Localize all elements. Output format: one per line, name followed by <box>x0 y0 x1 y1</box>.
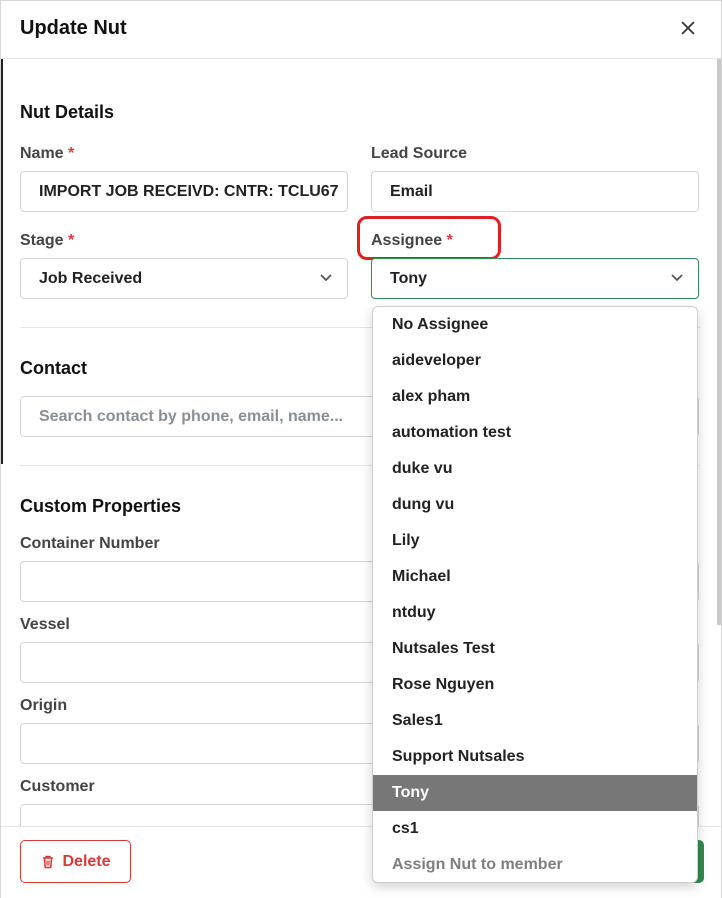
assignee-option[interactable]: ntduy <box>373 595 697 631</box>
stage-select[interactable]: Job Received <box>20 258 348 299</box>
delete-button[interactable]: Delete <box>20 840 131 883</box>
stage-value: Job Received <box>39 270 143 287</box>
assignee-option[interactable]: Tony <box>373 775 697 811</box>
assignee-option[interactable]: Nutsales Test <box>373 631 697 667</box>
assignee-option[interactable]: automation test <box>373 415 697 451</box>
modal-header: Update Nut <box>1 1 721 59</box>
customer-label: Customer <box>20 778 95 795</box>
assignee-option[interactable]: Sales1 <box>373 703 697 739</box>
required-mark: * <box>68 232 75 249</box>
assignee-option[interactable]: dung vu <box>373 487 697 523</box>
assignee-option[interactable]: duke vu <box>373 451 697 487</box>
chevron-down-icon <box>671 274 683 282</box>
update-nut-modal: Update Nut Nut Details Name * IMPORT JOB… <box>0 0 722 898</box>
assignee-option[interactable]: Lily <box>373 523 697 559</box>
vessel-label: Vessel <box>20 616 70 633</box>
nut-details-heading: Nut Details <box>20 102 115 122</box>
modal-title: Update Nut <box>20 17 127 39</box>
lead-source-label: Lead Source <box>371 145 468 162</box>
assignee-option[interactable]: alex pham <box>373 379 697 415</box>
delete-label: Delete <box>62 852 111 870</box>
chevron-down-icon <box>320 274 332 282</box>
container-number-label: Container Number <box>20 535 160 552</box>
assignee-dropdown: No Assignee aideveloper alex pham automatio… <box>372 306 698 883</box>
assignee-select[interactable]: Tony <box>371 258 699 299</box>
name-label-text: Name <box>20 145 64 162</box>
custom-properties-heading: Custom Properties <box>20 496 182 516</box>
assignee-option[interactable]: aideveloper <box>373 343 697 379</box>
assignee-hint: Assign Nut to member <box>392 856 563 873</box>
assignee-option[interactable]: cs1 <box>373 811 697 847</box>
name-field[interactable]: IMPORT JOB RECEIVD: CNTR: TCLU67 <box>20 171 348 212</box>
assignee-option[interactable]: Support Nutsales <box>373 739 697 775</box>
origin-label: Origin <box>20 697 68 714</box>
trash-icon <box>43 855 54 868</box>
contact-heading: Contact <box>20 358 87 378</box>
assignee-option[interactable]: Michael <box>373 559 697 595</box>
stage-label-text: Stage <box>20 232 64 249</box>
annotation-highlight <box>357 216 501 260</box>
stage-label: Stage * <box>20 232 74 250</box>
lead-source-field[interactable]: Email <box>371 171 699 212</box>
required-mark: * <box>68 145 75 162</box>
assignee-value: Tony <box>390 270 428 287</box>
assignee-option[interactable]: No Assignee <box>373 307 697 343</box>
assignee-option[interactable]: Rose Nguyen <box>373 667 697 703</box>
name-label: Name * <box>20 145 74 163</box>
close-icon[interactable] <box>677 17 699 39</box>
left-edge-line <box>1 59 3 464</box>
scrollbar[interactable] <box>717 59 721 625</box>
